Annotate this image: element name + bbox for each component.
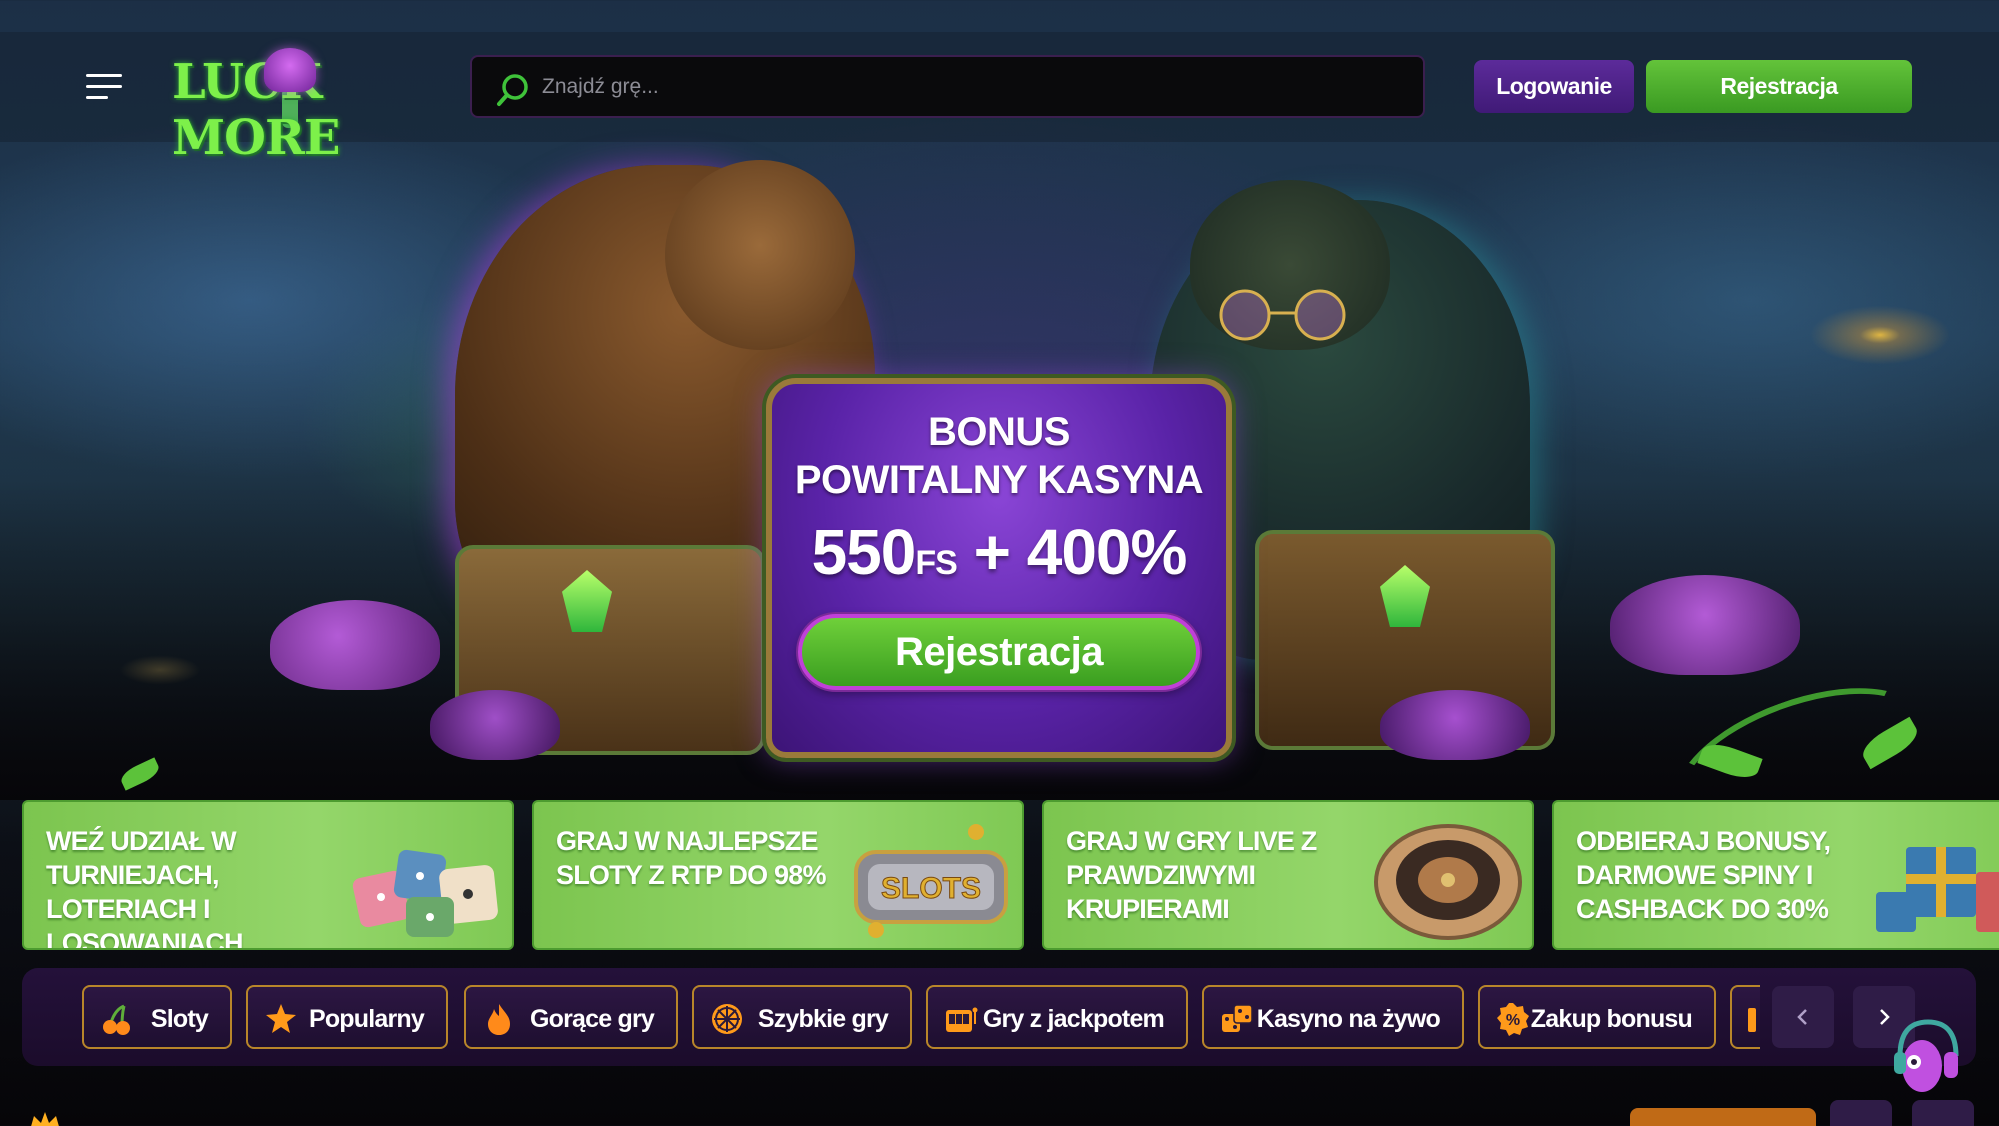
promo-text: WEŹ UDZIAŁ W TURNIEJACH, LOTERIACH I LOS… (46, 826, 244, 950)
category-gorace-gry[interactable]: Gorące gry (464, 985, 678, 1049)
category-label: Szybkie gry (757, 1005, 889, 1033)
promo-text: GRAJ W GRY LIVE Z PRAWDZIWYMI KRUPIERAMI (1066, 826, 1317, 924)
category-jackpot[interactable]: Gry z jackpotem (926, 985, 1188, 1049)
gift-icon (1876, 847, 1999, 932)
search-icon (497, 74, 528, 106)
hero-register-button[interactable]: Rejestracja (798, 614, 1200, 690)
bonus-title: BONUS POWITALNY KASYNA (766, 408, 1232, 504)
dice-icon (352, 849, 498, 937)
roulette-icon (1374, 824, 1522, 940)
category-popularny[interactable]: Popularny (246, 985, 448, 1049)
slots-icon: SLOTS (854, 824, 1008, 938)
category-label: Gorące gry (529, 1005, 655, 1033)
category-icon (1748, 1008, 1756, 1032)
mushroom-icon (264, 48, 316, 92)
category-live-casino[interactable]: Kasyno na żywo (1202, 985, 1464, 1049)
promo-card-live[interactable]: GRAJ W GRY LIVE Z PRAWDZIWYMI KRUPIERAMI (1042, 800, 1534, 950)
category-label: Kasyno na żywo (1256, 1005, 1441, 1033)
promo-card-bonuses[interactable]: ODBIERAJ BONUSY, DARMOWE SPINY I CASHBAC… (1552, 800, 1999, 950)
section-prev-button[interactable] (1830, 1100, 1892, 1126)
bonus-amount-main: 550 (811, 516, 917, 588)
bonus-title-line1: BONUS (928, 410, 1070, 454)
category-szybkie-gry[interactable]: Szybkie gry (692, 985, 912, 1049)
leaf-decoration (118, 757, 162, 791)
promo-text: ODBIERAJ BONUSY, DARMOWE SPINY I CASHBAC… (1576, 826, 1831, 924)
promo-card-tournaments[interactable]: WEŹ UDZIAŁ W TURNIEJACH, LOTERIACH I LOS… (22, 800, 514, 950)
promo-text: GRAJ W NAJLEPSZE SLOTY Z RTP DO 98% (556, 826, 826, 890)
bear-head (665, 160, 855, 350)
mushroom-decoration (1380, 690, 1530, 760)
category-label: Popularny (308, 1005, 425, 1033)
mushroom-decoration (270, 600, 440, 690)
category-label: Sloty (150, 1005, 209, 1033)
bonus-title-line2: POWITALNY KASYNA (794, 458, 1204, 502)
register-button[interactable]: Rejestracja (1646, 60, 1912, 113)
section-action-button[interactable] (1630, 1108, 1816, 1126)
chevron-left-icon (1797, 1009, 1807, 1025)
search-bar[interactable] (470, 55, 1425, 118)
mushroom-decoration (430, 690, 560, 760)
category-zakup-bonusu[interactable]: % Zakup bonusu (1478, 985, 1716, 1049)
category-track: Sloty Popularny Gorące gry Szybkie gry G… (82, 985, 1760, 1051)
carousel-prev-button[interactable] (1772, 986, 1834, 1048)
promo-card-slots[interactable]: GRAJ W NAJLEPSZE SLOTY Z RTP DO 98% SLOT… (532, 800, 1024, 950)
support-chat-icon[interactable] (1888, 1012, 1964, 1100)
menu-icon[interactable] (86, 74, 122, 100)
category-next-partial[interactable] (1730, 985, 1760, 1049)
bonus-amount: 550FS + 400% (766, 515, 1232, 589)
svg-text:SLOTS: SLOTS (881, 872, 981, 905)
bonus-amount-fs: FS (915, 544, 957, 582)
login-button[interactable]: Logowanie (1474, 60, 1634, 113)
section-next-button[interactable] (1912, 1100, 1974, 1126)
logo[interactable]: LUCK MORE (172, 40, 422, 166)
category-label: Gry z jackpotem (982, 1005, 1165, 1033)
category-label: Zakup bonusu (1530, 1005, 1693, 1033)
crown-icon (31, 1112, 59, 1126)
category-sloty[interactable]: Sloty (82, 985, 232, 1049)
bonus-amount-rest: + 400% (956, 516, 1188, 588)
glasses-icon (1219, 289, 1346, 341)
mushroom-decoration (1610, 575, 1800, 675)
search-input[interactable] (542, 67, 1402, 107)
